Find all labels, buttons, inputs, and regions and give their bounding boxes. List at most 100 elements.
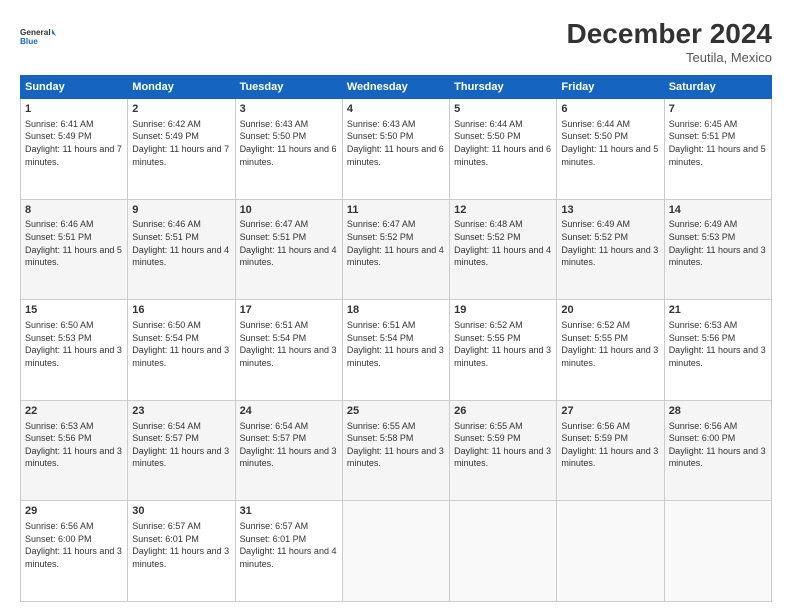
svg-text:General: General bbox=[20, 28, 51, 37]
svg-text:Blue: Blue bbox=[20, 37, 38, 46]
day-cell-6: 6Sunrise: 6:44 AM Sunset: 5:50 PM Daylig… bbox=[557, 99, 664, 200]
day-info: Sunrise: 6:46 AM Sunset: 5:51 PM Dayligh… bbox=[25, 218, 123, 268]
day-info: Sunrise: 6:54 AM Sunset: 5:57 PM Dayligh… bbox=[240, 420, 338, 470]
day-cell-13: 13Sunrise: 6:49 AM Sunset: 5:52 PM Dayli… bbox=[557, 199, 664, 300]
day-info: Sunrise: 6:57 AM Sunset: 6:01 PM Dayligh… bbox=[132, 520, 230, 570]
day-info: Sunrise: 6:44 AM Sunset: 5:50 PM Dayligh… bbox=[561, 118, 659, 168]
day-info: Sunrise: 6:56 AM Sunset: 6:00 PM Dayligh… bbox=[669, 420, 767, 470]
day-number: 31 bbox=[240, 504, 338, 519]
day-number: 30 bbox=[132, 504, 230, 519]
day-info: Sunrise: 6:57 AM Sunset: 6:01 PM Dayligh… bbox=[240, 520, 338, 570]
day-number: 15 bbox=[25, 303, 123, 318]
header: General Blue December 2024 Teutila, Mexi… bbox=[20, 18, 772, 65]
day-number: 12 bbox=[454, 203, 552, 218]
day-number: 3 bbox=[240, 102, 338, 117]
day-number: 16 bbox=[132, 303, 230, 318]
week-row-4: 22Sunrise: 6:53 AM Sunset: 5:56 PM Dayli… bbox=[21, 400, 772, 501]
day-number: 10 bbox=[240, 203, 338, 218]
day-cell-12: 12Sunrise: 6:48 AM Sunset: 5:52 PM Dayli… bbox=[450, 199, 557, 300]
day-cell-20: 20Sunrise: 6:52 AM Sunset: 5:55 PM Dayli… bbox=[557, 300, 664, 401]
day-number: 29 bbox=[25, 504, 123, 519]
day-number: 18 bbox=[347, 303, 445, 318]
day-cell-18: 18Sunrise: 6:51 AM Sunset: 5:54 PM Dayli… bbox=[342, 300, 449, 401]
day-info: Sunrise: 6:41 AM Sunset: 5:49 PM Dayligh… bbox=[25, 118, 123, 168]
week-row-2: 8Sunrise: 6:46 AM Sunset: 5:51 PM Daylig… bbox=[21, 199, 772, 300]
day-cell-11: 11Sunrise: 6:47 AM Sunset: 5:52 PM Dayli… bbox=[342, 199, 449, 300]
col-header-sunday: Sunday bbox=[21, 76, 128, 99]
main-title: December 2024 bbox=[567, 18, 772, 50]
day-cell-2: 2Sunrise: 6:42 AM Sunset: 5:49 PM Daylig… bbox=[128, 99, 235, 200]
day-number: 1 bbox=[25, 102, 123, 117]
day-cell-24: 24Sunrise: 6:54 AM Sunset: 5:57 PM Dayli… bbox=[235, 400, 342, 501]
day-cell-17: 17Sunrise: 6:51 AM Sunset: 5:54 PM Dayli… bbox=[235, 300, 342, 401]
day-cell-19: 19Sunrise: 6:52 AM Sunset: 5:55 PM Dayli… bbox=[450, 300, 557, 401]
day-info: Sunrise: 6:49 AM Sunset: 5:53 PM Dayligh… bbox=[669, 218, 767, 268]
col-header-thursday: Thursday bbox=[450, 76, 557, 99]
day-number: 27 bbox=[561, 404, 659, 419]
day-info: Sunrise: 6:49 AM Sunset: 5:52 PM Dayligh… bbox=[561, 218, 659, 268]
week-row-1: 1Sunrise: 6:41 AM Sunset: 5:49 PM Daylig… bbox=[21, 99, 772, 200]
day-info: Sunrise: 6:53 AM Sunset: 5:56 PM Dayligh… bbox=[669, 319, 767, 369]
day-info: Sunrise: 6:51 AM Sunset: 5:54 PM Dayligh… bbox=[347, 319, 445, 369]
day-number: 14 bbox=[669, 203, 767, 218]
day-number: 24 bbox=[240, 404, 338, 419]
day-number: 5 bbox=[454, 102, 552, 117]
day-info: Sunrise: 6:43 AM Sunset: 5:50 PM Dayligh… bbox=[240, 118, 338, 168]
day-number: 2 bbox=[132, 102, 230, 117]
day-info: Sunrise: 6:50 AM Sunset: 5:53 PM Dayligh… bbox=[25, 319, 123, 369]
day-number: 22 bbox=[25, 404, 123, 419]
day-number: 21 bbox=[669, 303, 767, 318]
day-info: Sunrise: 6:53 AM Sunset: 5:56 PM Dayligh… bbox=[25, 420, 123, 470]
day-info: Sunrise: 6:47 AM Sunset: 5:52 PM Dayligh… bbox=[347, 218, 445, 268]
day-info: Sunrise: 6:50 AM Sunset: 5:54 PM Dayligh… bbox=[132, 319, 230, 369]
col-header-friday: Friday bbox=[557, 76, 664, 99]
empty-cell bbox=[450, 501, 557, 602]
week-row-5: 29Sunrise: 6:56 AM Sunset: 6:00 PM Dayli… bbox=[21, 501, 772, 602]
day-number: 11 bbox=[347, 203, 445, 218]
col-header-wednesday: Wednesday bbox=[342, 76, 449, 99]
col-header-saturday: Saturday bbox=[664, 76, 771, 99]
col-header-tuesday: Tuesday bbox=[235, 76, 342, 99]
day-info: Sunrise: 6:46 AM Sunset: 5:51 PM Dayligh… bbox=[132, 218, 230, 268]
day-cell-31: 31Sunrise: 6:57 AM Sunset: 6:01 PM Dayli… bbox=[235, 501, 342, 602]
day-info: Sunrise: 6:48 AM Sunset: 5:52 PM Dayligh… bbox=[454, 218, 552, 268]
empty-cell bbox=[557, 501, 664, 602]
day-cell-29: 29Sunrise: 6:56 AM Sunset: 6:00 PM Dayli… bbox=[21, 501, 128, 602]
day-cell-21: 21Sunrise: 6:53 AM Sunset: 5:56 PM Dayli… bbox=[664, 300, 771, 401]
day-info: Sunrise: 6:55 AM Sunset: 5:59 PM Dayligh… bbox=[454, 420, 552, 470]
day-info: Sunrise: 6:43 AM Sunset: 5:50 PM Dayligh… bbox=[347, 118, 445, 168]
day-info: Sunrise: 6:55 AM Sunset: 5:58 PM Dayligh… bbox=[347, 420, 445, 470]
calendar-table: SundayMondayTuesdayWednesdayThursdayFrid… bbox=[20, 75, 772, 602]
day-info: Sunrise: 6:52 AM Sunset: 5:55 PM Dayligh… bbox=[454, 319, 552, 369]
day-info: Sunrise: 6:52 AM Sunset: 5:55 PM Dayligh… bbox=[561, 319, 659, 369]
day-cell-15: 15Sunrise: 6:50 AM Sunset: 5:53 PM Dayli… bbox=[21, 300, 128, 401]
day-info: Sunrise: 6:51 AM Sunset: 5:54 PM Dayligh… bbox=[240, 319, 338, 369]
day-info: Sunrise: 6:54 AM Sunset: 5:57 PM Dayligh… bbox=[132, 420, 230, 470]
day-number: 25 bbox=[347, 404, 445, 419]
day-cell-28: 28Sunrise: 6:56 AM Sunset: 6:00 PM Dayli… bbox=[664, 400, 771, 501]
day-number: 13 bbox=[561, 203, 659, 218]
day-info: Sunrise: 6:56 AM Sunset: 5:59 PM Dayligh… bbox=[561, 420, 659, 470]
title-block: December 2024 Teutila, Mexico bbox=[567, 18, 772, 65]
day-number: 26 bbox=[454, 404, 552, 419]
day-cell-23: 23Sunrise: 6:54 AM Sunset: 5:57 PM Dayli… bbox=[128, 400, 235, 501]
day-number: 7 bbox=[669, 102, 767, 117]
day-info: Sunrise: 6:42 AM Sunset: 5:49 PM Dayligh… bbox=[132, 118, 230, 168]
day-info: Sunrise: 6:45 AM Sunset: 5:51 PM Dayligh… bbox=[669, 118, 767, 168]
day-number: 20 bbox=[561, 303, 659, 318]
day-cell-30: 30Sunrise: 6:57 AM Sunset: 6:01 PM Dayli… bbox=[128, 501, 235, 602]
day-cell-7: 7Sunrise: 6:45 AM Sunset: 5:51 PM Daylig… bbox=[664, 99, 771, 200]
empty-cell bbox=[342, 501, 449, 602]
day-info: Sunrise: 6:56 AM Sunset: 6:00 PM Dayligh… bbox=[25, 520, 123, 570]
day-cell-1: 1Sunrise: 6:41 AM Sunset: 5:49 PM Daylig… bbox=[21, 99, 128, 200]
col-header-monday: Monday bbox=[128, 76, 235, 99]
subtitle: Teutila, Mexico bbox=[567, 50, 772, 65]
empty-cell bbox=[664, 501, 771, 602]
day-cell-3: 3Sunrise: 6:43 AM Sunset: 5:50 PM Daylig… bbox=[235, 99, 342, 200]
day-info: Sunrise: 6:47 AM Sunset: 5:51 PM Dayligh… bbox=[240, 218, 338, 268]
day-cell-4: 4Sunrise: 6:43 AM Sunset: 5:50 PM Daylig… bbox=[342, 99, 449, 200]
day-number: 23 bbox=[132, 404, 230, 419]
day-number: 8 bbox=[25, 203, 123, 218]
day-number: 28 bbox=[669, 404, 767, 419]
logo-svg: General Blue bbox=[20, 18, 56, 54]
